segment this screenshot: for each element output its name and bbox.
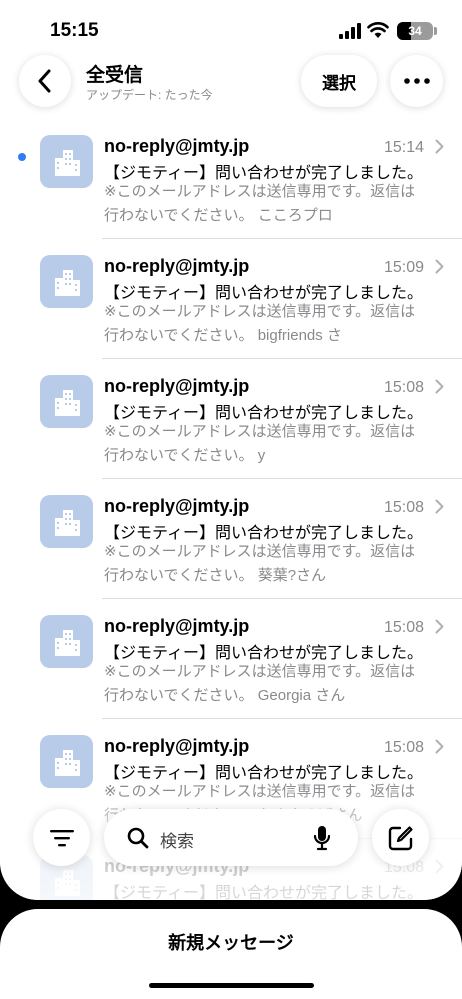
- mail-sender: no-reply@jmty.jp: [104, 256, 250, 276]
- mail-time: 15:08: [383, 379, 424, 396]
- status-bar: 15:15 34: [0, 0, 462, 56]
- mail-sender: no-reply@jmty.jp: [104, 736, 250, 756]
- page-title: 全受信: [86, 65, 144, 86]
- new-message-label: 新規メッセージ: [168, 933, 294, 953]
- mail-sender: no-reply@jmty.jp: [104, 616, 250, 636]
- unread-dot-icon: [18, 153, 26, 161]
- mail-time: 15:08: [383, 619, 424, 636]
- row-divider: [102, 358, 462, 359]
- row-divider: [102, 718, 462, 719]
- building-icon: [40, 735, 93, 788]
- home-indicator: [149, 983, 314, 988]
- building-icon: [40, 255, 93, 308]
- battery-level: 34: [408, 24, 422, 38]
- building-icon: [40, 375, 93, 428]
- row-divider: [102, 598, 462, 599]
- search-input[interactable]: 検索: [160, 827, 194, 852]
- mail-screen: 15:15 34 全受信 アップデート: たった今 選択 no-reply@jm…: [0, 0, 462, 900]
- building-icon: [40, 135, 93, 188]
- mail-sender: no-reply@jmty.jp: [104, 496, 250, 516]
- mail-preview: ※このメールアドレスは送信専用です。返信は行わないでください。 Georgia …: [104, 663, 416, 704]
- building-icon: [40, 495, 93, 548]
- ellipsis-icon: [403, 78, 430, 84]
- select-button[interactable]: 選択: [301, 55, 377, 107]
- chevron-right-icon: [435, 619, 444, 634]
- search-bar[interactable]: 検索: [104, 809, 358, 866]
- chevron-right-icon: [435, 259, 444, 274]
- filter-lines-icon: [49, 829, 74, 846]
- back-button[interactable]: [19, 55, 71, 107]
- mail-list-item[interactable]: no-reply@jmty.jp15:08【ジモティー】問い合わせが完了しました…: [0, 598, 462, 718]
- filter-button[interactable]: [33, 809, 90, 866]
- mail-list-item[interactable]: no-reply@jmty.jp15:08【ジモティー】問い合わせが完了しました…: [0, 358, 462, 478]
- mail-sender: no-reply@jmty.jp: [104, 136, 250, 156]
- mail-preview: ※このメールアドレスは送信専用です。返信は行わないでください。 y: [104, 423, 416, 464]
- mail-list-item[interactable]: no-reply@jmty.jp 15:14 【ジモティー】問い合わせが完了しました…: [0, 118, 462, 238]
- mail-time: 15:14: [383, 139, 424, 156]
- mail-list-item[interactable]: no-reply@jmty.jp15:08【ジモティー】問い合わせが完了しました…: [0, 478, 462, 598]
- search-icon: [127, 827, 149, 849]
- more-button[interactable]: [390, 55, 443, 107]
- mail-preview: ※このメールアドレスは送信専用です。返信は行わないでください。 こころプロ: [104, 183, 416, 224]
- chevron-right-icon: [435, 139, 444, 154]
- mail-preview: ※このメールアドレスは送信専用です。返信は行わないでください。 bigfrien…: [104, 303, 416, 344]
- mail-list-item[interactable]: no-reply@jmty.jp 15:09 【ジモティー】問い合わせが完了しました…: [0, 238, 462, 358]
- compose-icon: [388, 825, 413, 850]
- wifi-icon: [367, 22, 389, 38]
- mail-preview: ※このメールアドレスは送信専用です。返信は行わないでください。 葵葉?さん: [104, 543, 416, 584]
- row-divider: [102, 478, 462, 479]
- cellular-signal-icon: [339, 23, 361, 39]
- chevron-left-icon: [38, 69, 51, 93]
- update-status: アップデート: たった今: [86, 88, 213, 102]
- status-time: 15:15: [50, 20, 99, 41]
- building-icon: [40, 615, 93, 668]
- mail-time: 15:09: [383, 259, 424, 276]
- mail-time: 15:08: [383, 739, 424, 756]
- microphone-icon[interactable]: [313, 825, 331, 851]
- mail-sender: no-reply@jmty.jp: [104, 376, 250, 396]
- mail-time: 15:08: [383, 499, 424, 516]
- row-divider: [102, 238, 462, 239]
- chevron-right-icon: [435, 499, 444, 514]
- compose-button[interactable]: [372, 809, 429, 866]
- chevron-right-icon: [435, 379, 444, 394]
- chevron-right-icon: [435, 739, 444, 754]
- battery-icon: 34: [397, 22, 433, 40]
- new-message-sheet[interactable]: 新規メッセージ: [0, 909, 462, 999]
